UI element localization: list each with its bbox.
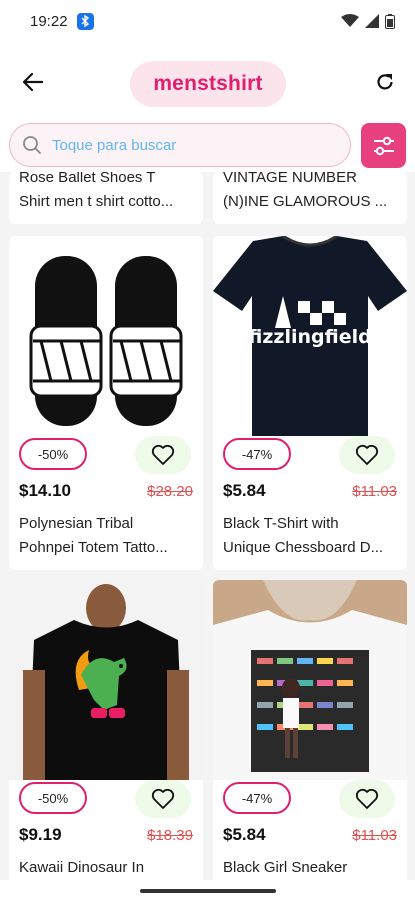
price-row: $5.84 $11.03	[223, 481, 397, 501]
arrow-left-icon	[23, 73, 43, 91]
product-card[interactable]: VINTAGE NUMBER (N)INE GLAMOROUS ...	[213, 172, 407, 224]
product-image: fizzlingfield	[213, 236, 407, 436]
favorite-button[interactable]	[135, 780, 191, 818]
product-card[interactable]: -50% $14.10 $28.20 Polynesian Tribal Poh…	[9, 236, 203, 570]
heart-icon	[151, 788, 175, 809]
back-button[interactable]	[17, 66, 49, 98]
system-nav-bar	[0, 880, 415, 900]
favorite-button[interactable]	[339, 780, 395, 818]
filter-sliders-icon	[373, 136, 394, 155]
product-name: Black T-Shirt with Unique Chessboard D..…	[223, 515, 384, 556]
price-row: $9.19 $18.39	[19, 825, 193, 845]
refresh-icon	[377, 74, 393, 90]
discount-badge: -47%	[223, 782, 291, 814]
search-row: Toque para buscar	[0, 118, 415, 172]
product-name: Polynesian Tribal Pohnpei Totem Tatto...	[19, 515, 168, 556]
product-price: $5.84	[223, 481, 266, 500]
product-card[interactable]: -47% $5.84 $11.03 Black Girl Sneaker	[213, 580, 407, 880]
status-bar: 19:22	[0, 0, 415, 42]
heart-icon	[355, 444, 379, 465]
product-name: Rose Ballet Shoes T Shirt men t shirt co…	[19, 172, 174, 210]
search-placeholder: Toque para buscar	[52, 136, 177, 154]
battery-icon	[385, 13, 395, 29]
refresh-button[interactable]	[369, 66, 401, 98]
discount-badge: -50%	[19, 782, 87, 814]
product-name: VINTAGE NUMBER (N)INE GLAMOROUS ...	[223, 172, 388, 210]
price-row: $5.84 $11.03	[223, 825, 397, 845]
discount-badge: -47%	[223, 438, 291, 470]
product-image	[9, 236, 203, 436]
notification-icon	[76, 12, 94, 30]
page-title: menstshirt	[130, 61, 286, 107]
discount-badge: -50%	[19, 438, 87, 470]
signal-icon	[365, 14, 379, 28]
product-card[interactable]: fizzlingfield -47% $5.84 $11.03 Black T-…	[213, 236, 407, 570]
product-old-price: $18.39	[147, 826, 193, 844]
product-old-price: $28.20	[147, 482, 193, 500]
app-bar: menstshirt	[0, 42, 415, 118]
heart-icon	[151, 444, 175, 465]
search-icon	[23, 136, 42, 155]
heart-icon	[355, 788, 379, 809]
product-old-price: $11.03	[352, 482, 397, 500]
favorite-button[interactable]	[135, 436, 191, 474]
product-image	[9, 580, 203, 780]
product-price: $5.84	[223, 825, 266, 844]
product-price: $9.19	[19, 825, 62, 844]
product-name: Black Girl Sneaker	[223, 859, 348, 876]
wifi-icon	[341, 14, 359, 27]
price-row: $14.10 $28.20	[19, 481, 193, 501]
product-old-price: $11.03	[352, 826, 397, 844]
search-input[interactable]: Toque para buscar	[9, 123, 351, 167]
tshirt-print-text: fizzlingfield	[248, 326, 371, 348]
product-image	[213, 580, 407, 780]
product-feed: Rose Ballet Shoes T Shirt men t shirt co…	[0, 172, 415, 880]
product-price: $14.10	[19, 481, 71, 500]
status-time: 19:22	[30, 12, 68, 30]
product-name: Kawaii Dinosaur In	[19, 859, 145, 876]
filter-button[interactable]	[361, 123, 406, 168]
home-gesture-handle[interactable]	[140, 889, 276, 893]
favorite-button[interactable]	[339, 436, 395, 474]
product-card[interactable]: -50% $9.19 $18.39 Kawaii Dinosaur In	[9, 580, 203, 880]
product-card[interactable]: Rose Ballet Shoes T Shirt men t shirt co…	[9, 172, 203, 224]
